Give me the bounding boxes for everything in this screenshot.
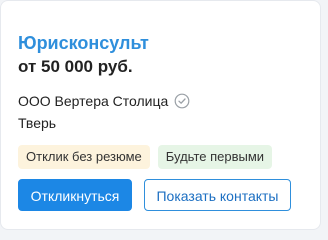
vacancy-title[interactable]: Юрисконсульт: [18, 31, 149, 55]
vacancy-city: Тверь: [18, 115, 57, 131]
vacancy-salary: от 50 000 руб.: [18, 57, 133, 76]
show-contacts-button[interactable]: Показать контакты: [144, 179, 291, 211]
check-circle-icon: [174, 93, 190, 109]
vacancy-card: Юрисконсульт от 50 000 руб. ООО Вертера …: [0, 0, 321, 230]
company-row: ООО Вертера Столица: [18, 91, 190, 111]
badge-no-resume: Отклик без резюме: [18, 145, 150, 169]
company-name[interactable]: ООО Вертера Столица: [18, 91, 168, 111]
badges: Отклик без резюме Будьте первыми: [18, 145, 273, 169]
apply-button[interactable]: Откликнуться: [18, 179, 132, 211]
badge-be-first: Будьте первыми: [157, 145, 273, 169]
